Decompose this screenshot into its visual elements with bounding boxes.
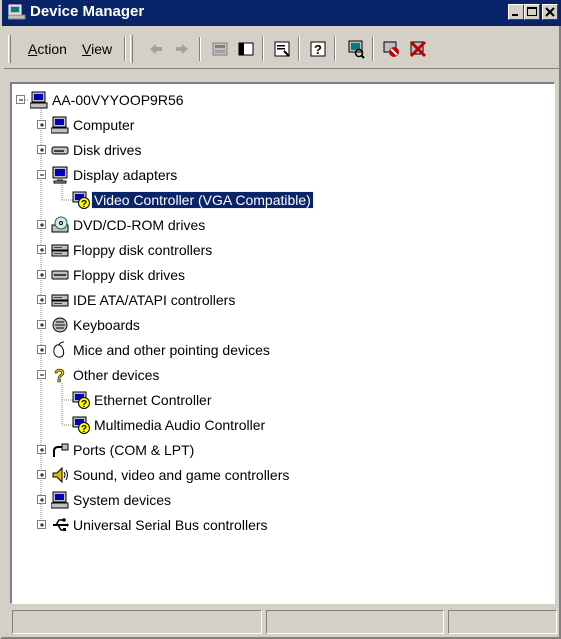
toolbar-separator (298, 37, 300, 61)
usb-icon (51, 516, 69, 534)
computer-icon (50, 116, 69, 134)
disable-device-button[interactable] (380, 37, 404, 61)
tree-node-label[interactable]: Disk drives (71, 142, 143, 158)
keyboard-icon (51, 316, 69, 334)
back-button[interactable] (144, 37, 168, 61)
tree-node-label[interactable]: Ports (COM & LPT) (71, 442, 196, 458)
expand-icon[interactable] (37, 495, 46, 504)
up-icon (212, 42, 228, 56)
tree-node-label[interactable]: Video Controller (VGA Compatible) (91, 191, 314, 209)
tree-node-label[interactable]: Multimedia Audio Controller (92, 417, 267, 433)
tree-node-label[interactable]: Keyboards (71, 317, 142, 333)
expand-icon[interactable] (37, 520, 46, 529)
tree-node-label[interactable]: Floppy disk drives (71, 267, 187, 283)
svg-text:?: ? (81, 199, 87, 209)
expand-icon[interactable] (37, 345, 46, 354)
expand-icon[interactable] (37, 120, 46, 129)
toolbar-separator (199, 37, 201, 61)
menu-action[interactable]: Action (28, 41, 67, 57)
device-tree[interactable]: AA-00VYYOOP9R56 Computer Disk drives Displa… (10, 82, 555, 604)
question-icon: ? (51, 366, 69, 387)
back-icon (150, 44, 162, 54)
tree-node-label[interactable]: IDE ATA/ATAPI controllers (71, 292, 237, 308)
tree-node-label[interactable]: Sound, video and game controllers (71, 467, 291, 483)
forward-icon (176, 44, 188, 54)
scan-hardware-icon (348, 40, 365, 59)
status-panel-2 (266, 610, 444, 634)
help-button[interactable]: ? (306, 37, 330, 61)
svg-text:?: ? (81, 424, 87, 434)
tree-node-label[interactable]: Universal Serial Bus controllers (71, 517, 270, 533)
collapse-icon[interactable] (37, 170, 46, 179)
expand-icon[interactable] (37, 245, 46, 254)
computer-icon (50, 491, 69, 509)
status-bar (4, 608, 559, 637)
collapse-icon[interactable] (37, 370, 46, 379)
toolbar-separator (372, 37, 374, 61)
forward-button[interactable] (170, 37, 194, 61)
controller-icon (51, 241, 69, 259)
mouse-icon (51, 341, 69, 359)
tree-node-label[interactable]: Computer (71, 117, 136, 133)
device-manager-window: Device Manager Action View ? AA-00VYYOOP… (0, 0, 561, 639)
expand-icon[interactable] (37, 220, 46, 229)
toolbar-grip[interactable] (8, 35, 11, 63)
svg-text:?: ? (81, 399, 87, 409)
cdrom-icon (51, 216, 69, 234)
monitor-icon (51, 166, 69, 184)
uninstall-device-button[interactable] (406, 37, 430, 61)
tree-node-label[interactable]: Floppy disk controllers (71, 242, 214, 258)
unknown-device-icon: ? (72, 391, 90, 410)
tree-node-label[interactable]: Mice and other pointing devices (71, 342, 272, 358)
svg-text:?: ? (54, 366, 65, 384)
help-icon: ? (310, 41, 326, 57)
expand-icon[interactable] (37, 445, 46, 454)
minimize-button[interactable] (508, 4, 524, 20)
scan-hardware-button[interactable] (344, 37, 368, 61)
expand-icon[interactable] (37, 295, 46, 304)
tree-node-label[interactable]: AA-00VYYOOP9R56 (50, 92, 186, 108)
status-panel-3 (448, 610, 557, 634)
controller-icon (51, 291, 69, 309)
window-title: Device Manager (30, 3, 145, 20)
device-manager-app-icon[interactable] (7, 4, 26, 20)
close-button[interactable] (542, 4, 558, 20)
tree-node-label[interactable]: System devices (71, 492, 173, 508)
tree-node-label[interactable]: Other devices (71, 367, 161, 383)
expand-icon[interactable] (37, 145, 46, 154)
expand-icon[interactable] (37, 320, 46, 329)
properties-icon (274, 41, 290, 57)
svg-text:?: ? (314, 42, 322, 57)
menu-view[interactable]: View (82, 41, 112, 57)
port-icon (51, 441, 69, 459)
collapse-icon[interactable] (16, 95, 25, 104)
unknown-device-icon: ? (72, 416, 90, 435)
toolbar-separator (334, 37, 336, 61)
tree-node-label[interactable]: Ethernet Controller (92, 392, 214, 408)
unknown-device-icon: ? (72, 191, 90, 210)
toolbar-separator (262, 37, 264, 61)
toolbar: Action View ? (4, 29, 559, 69)
tree-node-label[interactable]: Display adapters (71, 167, 179, 183)
computer-icon (29, 91, 48, 109)
status-panel-main (12, 610, 262, 634)
title-bar[interactable]: Device Manager (2, 0, 561, 26)
properties-button[interactable] (270, 37, 294, 61)
expand-icon[interactable] (37, 470, 46, 479)
expand-icon[interactable] (37, 270, 46, 279)
disable-device-icon (383, 41, 399, 57)
toolbar-grip[interactable] (130, 35, 133, 63)
toolbar-separator (124, 37, 126, 61)
up-button[interactable] (208, 37, 232, 61)
show-hide-tree-icon (238, 42, 254, 56)
floppy-drive-icon (51, 266, 69, 284)
disk-drive-icon (51, 141, 69, 159)
uninstall-device-icon (409, 40, 427, 58)
tree-node-label[interactable]: DVD/CD-ROM drives (71, 217, 207, 233)
maximize-button[interactable] (524, 4, 540, 20)
speaker-icon (51, 466, 69, 484)
show-hide-tree-button[interactable] (234, 37, 258, 61)
